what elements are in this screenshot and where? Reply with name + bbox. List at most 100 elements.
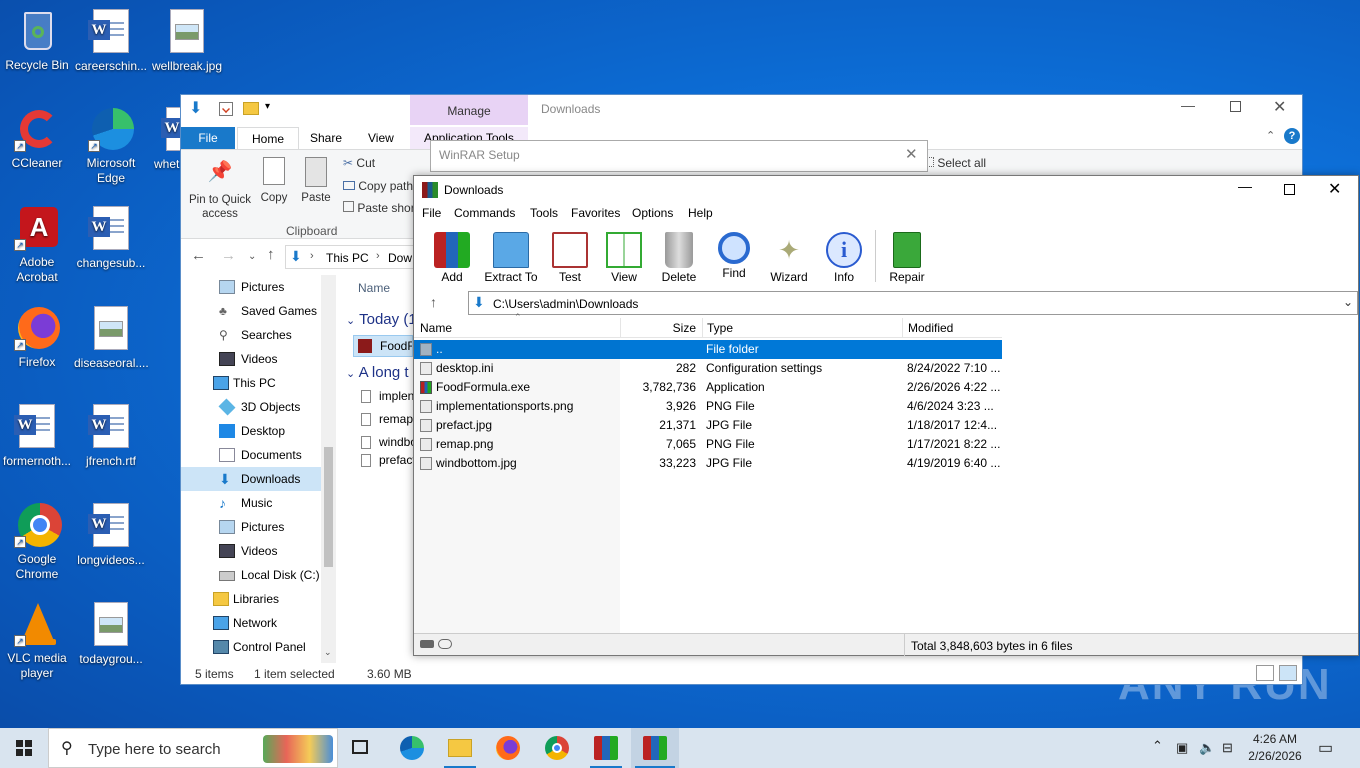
menu-commands[interactable]: Commands [454, 206, 515, 220]
tab-home[interactable]: Home [237, 127, 300, 149]
task-view-button[interactable] [336, 728, 384, 768]
taskbar-winrar[interactable] [631, 728, 679, 768]
desktop-icon-jfrench[interactable]: W jfrench.rtf [74, 403, 148, 469]
nav-item-documents[interactable]: Documents [181, 443, 321, 467]
menu-file[interactable]: File [422, 206, 441, 220]
menu-help[interactable]: Help [688, 206, 713, 220]
details-view-icon[interactable] [1256, 665, 1274, 681]
desktop-icon-longvideos[interactable]: W longvideos... [74, 502, 148, 568]
file-item[interactable]: prefact [361, 453, 416, 467]
maximize-icon[interactable] [1284, 184, 1295, 195]
nav-item-searches[interactable]: ⚲ Searches [181, 323, 321, 347]
paste-shortcut-button[interactable]: Paste shor [343, 201, 415, 215]
winrar-window[interactable]: Downloads — ✕ File Commands Tools Favori… [413, 175, 1359, 656]
file-item[interactable]: windbo [361, 435, 417, 449]
maximize-icon[interactable] [1230, 101, 1241, 112]
taskbar-date[interactable]: 2/26/2026 [1245, 749, 1305, 763]
close-icon[interactable]: ✕ [1328, 179, 1341, 199]
toolbar-view-button[interactable]: View [594, 232, 654, 284]
breadcrumb-downloads[interactable]: Dow [388, 251, 412, 265]
desktop-icon-diseaseoral[interactable]: diseaseoral.... [74, 305, 149, 371]
file-item[interactable]: remap. [361, 412, 416, 426]
menu-tools[interactable]: Tools [530, 206, 558, 220]
group-today[interactable]: ⌄ Today (1 [346, 311, 417, 328]
desktop-icon-ccleaner[interactable]: ↗ CCleaner [0, 106, 74, 171]
desktop-icon-formernoth[interactable]: W formernoth... [0, 403, 74, 469]
nav-item-3d-objects[interactable]: 3D Objects [181, 395, 321, 419]
toolbar-test-button[interactable]: Test [540, 232, 600, 284]
file-row-parent[interactable]: .. File folder [414, 340, 1002, 359]
taskbar-winrar-setup[interactable] [582, 728, 630, 768]
nav-item-network[interactable]: Network [181, 611, 321, 635]
desktop-icon-edge[interactable]: ↗ Microsoft Edge [74, 106, 148, 186]
nav-item-music[interactable]: ♪ Music [181, 491, 321, 515]
up-folder-icon[interactable]: ↑ [430, 294, 437, 310]
nav-item-pictures[interactable]: Pictures [181, 275, 321, 299]
pin-quick-access-button[interactable]: 📌 Pin to Quick access [187, 157, 253, 221]
taskbar-chrome[interactable] [533, 728, 581, 768]
tray-chevron-icon[interactable]: ⌃ [1152, 738, 1163, 754]
back-icon[interactable]: ← [191, 247, 206, 264]
column-type[interactable]: Type [702, 318, 900, 338]
toolbar-add-button[interactable]: Add [422, 232, 482, 284]
path-dropdown-icon[interactable]: ⌄ [1343, 295, 1353, 309]
tab-view[interactable]: View [354, 127, 408, 149]
desktop-icon-vlc[interactable]: ↗ VLC media player [0, 601, 74, 681]
properties-icon[interactable] [219, 102, 233, 116]
taskbar-edge[interactable] [388, 728, 436, 768]
toolbar-delete-button[interactable]: Delete [649, 232, 709, 284]
nav-item-pictures-2[interactable]: Pictures [181, 515, 321, 539]
toolbar-find-button[interactable]: Find [704, 232, 764, 280]
desktop-icon-changesub[interactable]: W changesub... [74, 205, 148, 271]
file-row[interactable]: desktop.ini 282 Configuration settings 8… [414, 359, 1002, 378]
taskbar-time[interactable]: 4:26 AM [1250, 732, 1300, 746]
select-all-button[interactable]: Select all [923, 156, 986, 170]
nav-item-videos[interactable]: Videos [181, 347, 321, 371]
toolbar-info-button[interactable]: i Info [814, 232, 874, 284]
tiles-view-icon[interactable] [1279, 665, 1297, 681]
name-column-header[interactable]: Name [358, 281, 390, 295]
toolbar-wizard-button[interactable]: ✦ Wizard [759, 232, 819, 284]
ime-icon[interactable]: ⊟ [1222, 740, 1233, 756]
setup-close-icon[interactable]: ✕ [905, 145, 918, 163]
start-button[interactable] [0, 728, 48, 768]
menu-favorites[interactable]: Favorites [571, 206, 620, 220]
up-icon[interactable]: ↑ [267, 246, 275, 263]
notifications-icon[interactable]: ▭ [1318, 738, 1333, 758]
desktop-icon-chrome[interactable]: ↗ Google Chrome [0, 502, 74, 582]
taskbar-search-box[interactable]: ⚲ Type here to search [48, 728, 338, 768]
menu-options[interactable]: Options [632, 206, 673, 220]
quick-access-dropdown-icon[interactable]: ▾ [265, 101, 270, 112]
nav-scrollbar-thumb[interactable] [324, 447, 333, 567]
desktop-icon-firefox[interactable]: ↗ Firefox [0, 305, 74, 370]
nav-item-saved-games[interactable]: ♣ Saved Games [181, 299, 321, 323]
file-item[interactable]: implen [361, 389, 414, 403]
desktop-icon-acrobat[interactable]: A ↗ Adobe Acrobat [0, 205, 74, 285]
desktop-icon-whet[interactable]: W whet [148, 106, 180, 172]
volume-icon[interactable]: 🔈 [1199, 740, 1215, 756]
forward-icon[interactable]: → [221, 247, 236, 264]
copy-button[interactable]: Copy [257, 157, 291, 205]
group-long-ago[interactable]: ⌄ A long t [346, 364, 409, 381]
scroll-down-icon[interactable]: ⌄ [324, 647, 332, 658]
help-icon[interactable]: ? [1284, 128, 1300, 144]
tray-network-icon[interactable]: ▣ [1176, 740, 1188, 756]
new-folder-icon[interactable] [243, 102, 259, 115]
desktop-icon-careerschin[interactable]: W careerschin... [74, 8, 148, 74]
address-bar[interactable]: ⬇ › This PC › Dow [285, 245, 425, 269]
nav-item-desktop[interactable]: Desktop [181, 419, 321, 443]
nav-item-this-pc[interactable]: This PC [181, 371, 321, 395]
column-size[interactable]: Size [620, 318, 700, 338]
taskbar-file-explorer[interactable] [436, 728, 484, 768]
column-modified[interactable]: Modified [902, 318, 1002, 338]
file-row[interactable]: remap.png 7,065 PNG File 1/17/2021 8:22 … [414, 435, 1002, 454]
desktop-icon-recycle-bin[interactable]: Recycle Bin [0, 8, 74, 73]
nav-item-local-disk[interactable]: Local Disk (C:) [181, 563, 321, 587]
taskbar-firefox[interactable] [484, 728, 532, 768]
toolbar-repair-button[interactable]: Repair [877, 232, 937, 284]
recent-dropdown-icon[interactable]: ⌄ [248, 251, 256, 262]
file-row[interactable]: implementationsports.png 3,926 PNG File … [414, 397, 1002, 416]
tab-file[interactable]: File [181, 127, 235, 149]
file-item-selected[interactable]: FoodFo [353, 335, 413, 357]
path-field[interactable]: ⬇ C:\Users\admin\Downloads ⌄ [468, 291, 1358, 315]
